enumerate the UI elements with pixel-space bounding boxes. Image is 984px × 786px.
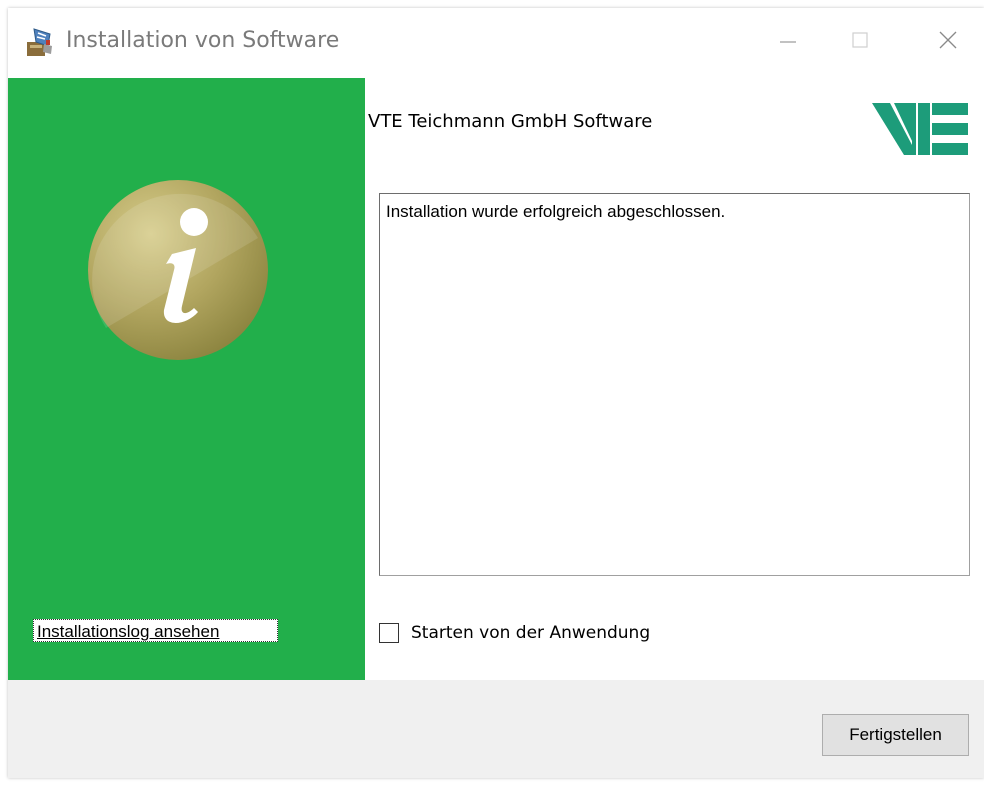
view-install-log-link[interactable]: Installationslog ansehen (33, 619, 278, 642)
minimize-button[interactable] (766, 20, 810, 60)
info-icon (86, 178, 270, 362)
close-button[interactable] (926, 20, 970, 60)
sidebar-panel: Installationslog ansehen (8, 78, 365, 680)
launch-app-label: Starten von der Anwendung (411, 623, 651, 643)
dialog-content: Installationslog ansehen VTE Teichmann G… (8, 78, 984, 680)
maximize-button[interactable] (838, 20, 882, 60)
launch-app-option[interactable]: Starten von der Anwendung (379, 620, 650, 646)
maximize-icon (852, 32, 868, 48)
button-bar: Fertigstellen (8, 680, 984, 778)
installer-window: Installation von Software Installationsl… (8, 8, 984, 778)
vte-logo (868, 101, 968, 157)
status-message-box[interactable]: Installation wurde erfolgreich abgeschlo… (379, 193, 970, 576)
installer-app-icon (24, 26, 56, 58)
close-icon (939, 31, 957, 49)
title-bar[interactable]: Installation von Software (8, 8, 984, 78)
product-title: VTE Teichmann GmbH Software (368, 111, 653, 132)
minimize-icon (780, 41, 796, 43)
finish-button[interactable]: Fertigstellen (822, 714, 969, 756)
launch-app-checkbox[interactable] (379, 623, 399, 643)
window-title: Installation von Software (66, 28, 340, 53)
